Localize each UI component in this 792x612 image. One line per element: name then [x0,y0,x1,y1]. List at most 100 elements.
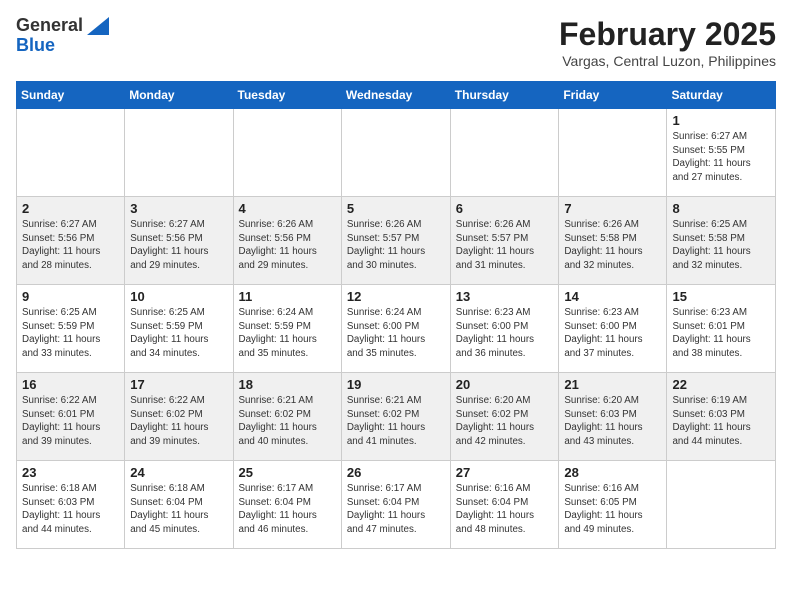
day-number: 28 [564,465,661,480]
logo-blue: Blue [16,36,55,56]
day-info: Sunrise: 6:25 AM Sunset: 5:59 PM Dayligh… [130,306,227,361]
day-number: 7 [564,201,661,216]
calendar-cell: 5 Sunrise: 6:26 AM Sunset: 5:57 PM Daylig… [341,197,450,285]
calendar-cell: 20 Sunrise: 6:20 AM Sunset: 6:02 PM Dayli… [450,373,559,461]
day-info: Sunrise: 6:24 AM Sunset: 6:00 PM Dayligh… [347,306,445,361]
calendar-week-row: 2 Sunrise: 6:27 AM Sunset: 5:56 PM Daylig… [17,197,776,285]
day-number: 14 [564,289,661,304]
day-number: 15 [672,289,770,304]
calendar-week-row: 23 Sunrise: 6:18 AM Sunset: 6:03 PM Dayli… [17,461,776,549]
weekday-header-friday: Friday [559,82,667,109]
day-info: Sunrise: 6:24 AM Sunset: 5:59 PM Dayligh… [239,306,336,361]
calendar-cell: 14 Sunrise: 6:23 AM Sunset: 6:00 PM Dayli… [559,285,667,373]
day-number: 8 [672,201,770,216]
calendar-week-row: 9 Sunrise: 6:25 AM Sunset: 5:59 PM Daylig… [17,285,776,373]
calendar-cell: 21 Sunrise: 6:20 AM Sunset: 6:03 PM Dayli… [559,373,667,461]
day-number: 17 [130,377,227,392]
day-info: Sunrise: 6:27 AM Sunset: 5:56 PM Dayligh… [130,218,227,273]
day-info: Sunrise: 6:23 AM Sunset: 6:01 PM Dayligh… [672,306,770,361]
calendar-table: SundayMondayTuesdayWednesdayThursdayFrid… [16,81,776,549]
day-info: Sunrise: 6:21 AM Sunset: 6:02 PM Dayligh… [347,394,445,449]
day-number: 27 [456,465,554,480]
logo-general: General [16,16,83,36]
day-info: Sunrise: 6:18 AM Sunset: 6:04 PM Dayligh… [130,482,227,537]
day-info: Sunrise: 6:26 AM Sunset: 5:58 PM Dayligh… [564,218,661,273]
day-info: Sunrise: 6:17 AM Sunset: 6:04 PM Dayligh… [239,482,336,537]
calendar-cell [559,109,667,197]
calendar-cell: 3 Sunrise: 6:27 AM Sunset: 5:56 PM Daylig… [125,197,233,285]
day-number: 9 [22,289,119,304]
calendar-cell [17,109,125,197]
day-number: 5 [347,201,445,216]
calendar-cell: 17 Sunrise: 6:22 AM Sunset: 6:02 PM Dayli… [125,373,233,461]
day-number: 13 [456,289,554,304]
calendar-cell: 26Sunrise: 6:17 AM Sunset: 6:04 PM Dayli… [341,461,450,549]
calendar-cell: 12 Sunrise: 6:24 AM Sunset: 6:00 PM Dayli… [341,285,450,373]
calendar-cell: 10 Sunrise: 6:25 AM Sunset: 5:59 PM Dayli… [125,285,233,373]
logo-triangle-icon [87,17,109,35]
location-subtitle: Vargas, Central Luzon, Philippines [559,53,776,69]
weekday-header-tuesday: Tuesday [233,82,341,109]
calendar-cell: 2 Sunrise: 6:27 AM Sunset: 5:56 PM Daylig… [17,197,125,285]
day-number: 18 [239,377,336,392]
calendar-week-row: 16Sunrise: 6:22 AM Sunset: 6:01 PM Dayli… [17,373,776,461]
day-info: Sunrise: 6:20 AM Sunset: 6:03 PM Dayligh… [564,394,661,449]
day-info: Sunrise: 6:22 AM Sunset: 6:02 PM Dayligh… [130,394,227,449]
calendar-cell [233,109,341,197]
calendar-cell [125,109,233,197]
day-info: Sunrise: 6:17 AM Sunset: 6:04 PM Dayligh… [347,482,445,537]
day-info: Sunrise: 6:16 AM Sunset: 6:05 PM Dayligh… [564,482,661,537]
calendar-cell: 9 Sunrise: 6:25 AM Sunset: 5:59 PM Daylig… [17,285,125,373]
day-info: Sunrise: 6:26 AM Sunset: 5:57 PM Dayligh… [347,218,445,273]
day-number: 12 [347,289,445,304]
day-info: Sunrise: 6:20 AM Sunset: 6:02 PM Dayligh… [456,394,554,449]
day-number: 22 [672,377,770,392]
calendar-cell [341,109,450,197]
day-number: 21 [564,377,661,392]
weekday-header-wednesday: Wednesday [341,82,450,109]
day-info: Sunrise: 6:27 AM Sunset: 5:56 PM Dayligh… [22,218,119,273]
calendar-cell: 13 Sunrise: 6:23 AM Sunset: 6:00 PM Dayli… [450,285,559,373]
day-number: 6 [456,201,554,216]
calendar-cell: 25 Sunrise: 6:17 AM Sunset: 6:04 PM Dayli… [233,461,341,549]
day-number: 16 [22,377,119,392]
calendar-cell: 4Sunrise: 6:26 AM Sunset: 5:56 PM Daylig… [233,197,341,285]
day-number: 25 [239,465,336,480]
logo: General Blue [16,16,109,56]
calendar-cell: 27Sunrise: 6:16 AM Sunset: 6:04 PM Dayli… [450,461,559,549]
day-number: 10 [130,289,227,304]
calendar-cell: 6 Sunrise: 6:26 AM Sunset: 5:57 PM Daylig… [450,197,559,285]
day-number: 20 [456,377,554,392]
day-info: Sunrise: 6:21 AM Sunset: 6:02 PM Dayligh… [239,394,336,449]
weekday-header-row: SundayMondayTuesdayWednesdayThursdayFrid… [17,82,776,109]
calendar-cell: 1Sunrise: 6:27 AM Sunset: 5:55 PM Daylig… [667,109,776,197]
day-info: Sunrise: 6:23 AM Sunset: 6:00 PM Dayligh… [564,306,661,361]
day-number: 3 [130,201,227,216]
day-info: Sunrise: 6:26 AM Sunset: 5:57 PM Dayligh… [456,218,554,273]
calendar-cell: 24Sunrise: 6:18 AM Sunset: 6:04 PM Dayli… [125,461,233,549]
weekday-header-thursday: Thursday [450,82,559,109]
day-info: Sunrise: 6:27 AM Sunset: 5:55 PM Dayligh… [672,130,770,185]
calendar-cell: 19Sunrise: 6:21 AM Sunset: 6:02 PM Dayli… [341,373,450,461]
weekday-header-sunday: Sunday [17,82,125,109]
calendar-cell: 22 Sunrise: 6:19 AM Sunset: 6:03 PM Dayli… [667,373,776,461]
calendar-cell: 8 Sunrise: 6:25 AM Sunset: 5:58 PM Daylig… [667,197,776,285]
month-year-title: February 2025 [559,16,776,53]
day-number: 11 [239,289,336,304]
day-info: Sunrise: 6:25 AM Sunset: 5:58 PM Dayligh… [672,218,770,273]
day-info: Sunrise: 6:23 AM Sunset: 6:00 PM Dayligh… [456,306,554,361]
calendar-cell: 23 Sunrise: 6:18 AM Sunset: 6:03 PM Dayli… [17,461,125,549]
day-number: 2 [22,201,119,216]
calendar-cell: 11 Sunrise: 6:24 AM Sunset: 5:59 PM Dayli… [233,285,341,373]
day-info: Sunrise: 6:25 AM Sunset: 5:59 PM Dayligh… [22,306,119,361]
day-number: 4 [239,201,336,216]
page-header: General Blue February 2025 Vargas, Centr… [16,16,776,69]
calendar-cell [667,461,776,549]
day-number: 23 [22,465,119,480]
calendar-cell [450,109,559,197]
calendar-cell: 18 Sunrise: 6:21 AM Sunset: 6:02 PM Dayli… [233,373,341,461]
calendar-week-row: 1Sunrise: 6:27 AM Sunset: 5:55 PM Daylig… [17,109,776,197]
calendar-cell: 28 Sunrise: 6:16 AM Sunset: 6:05 PM Dayli… [559,461,667,549]
day-info: Sunrise: 6:18 AM Sunset: 6:03 PM Dayligh… [22,482,119,537]
day-info: Sunrise: 6:19 AM Sunset: 6:03 PM Dayligh… [672,394,770,449]
